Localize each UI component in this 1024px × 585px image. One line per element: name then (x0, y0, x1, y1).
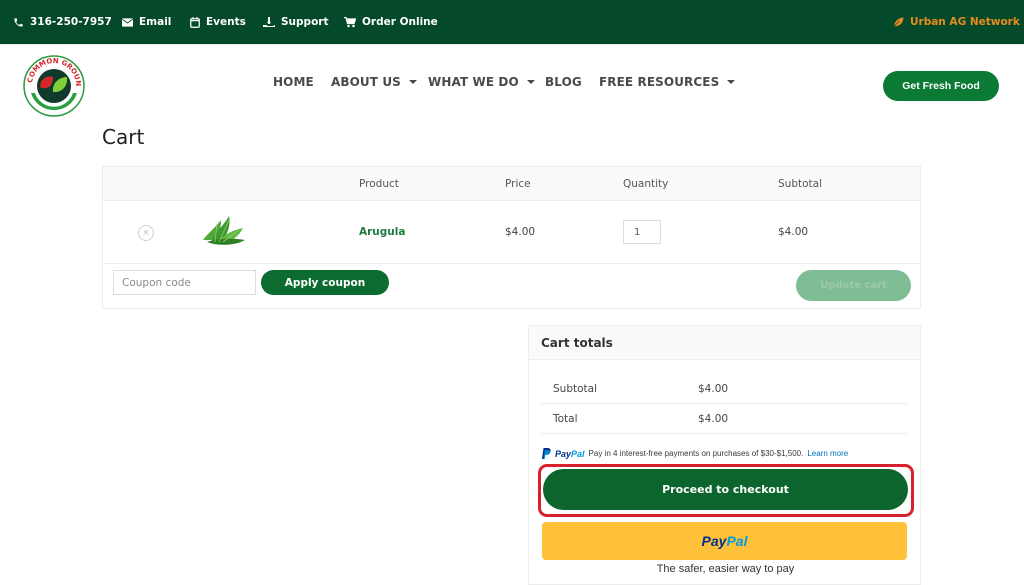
total-label: Total (553, 413, 578, 425)
calendar-icon (190, 16, 200, 28)
page-title: Cart (102, 125, 145, 149)
column-header-price: Price (505, 178, 531, 190)
nav-about-us[interactable]: ABOUT US (331, 75, 417, 89)
paypal-logo-pay: Pay (701, 533, 727, 549)
urban-ag-network-link[interactable]: Urban AG Network (893, 0, 1020, 44)
column-header-quantity: Quantity (623, 178, 669, 190)
order-online-link[interactable]: Order Online (344, 0, 438, 44)
nav-free-resources-label: FREE RESOURCES (599, 75, 720, 89)
subtotal-label: Subtotal (553, 383, 597, 395)
caret-down-icon (727, 80, 736, 84)
update-cart-button[interactable]: Update cart (796, 270, 911, 301)
nav-blog[interactable]: BLOG (545, 75, 582, 89)
totals-row-subtotal: Subtotal $4.00 (541, 374, 907, 404)
nav-what-we-do[interactable]: WHAT WE DO (428, 75, 535, 89)
cart-totals-header: Cart totals (529, 326, 920, 360)
subtotal-value: $4.00 (698, 383, 729, 395)
paypal-logo-pal: Pal (726, 533, 748, 549)
email-label: Email (139, 16, 172, 28)
nav-home[interactable]: HOME (273, 75, 314, 89)
cart-table: Product Price Quantity Subtotal × Arugul… (102, 166, 921, 309)
events-label: Events (206, 16, 246, 28)
envelope-icon (122, 17, 133, 27)
caret-down-icon (526, 80, 535, 84)
common-ground-logo: COMMON GROUND (23, 55, 85, 117)
product-subtotal: $4.00 (778, 226, 809, 238)
support-link[interactable]: Support (263, 0, 328, 44)
proceed-to-checkout-button[interactable]: Proceed to checkout (543, 469, 908, 510)
nav-blog-label: BLOG (545, 75, 582, 89)
paypal-p-icon (542, 448, 551, 459)
column-header-product: Product (359, 178, 399, 190)
column-header-subtotal: Subtotal (778, 178, 822, 190)
email-link[interactable]: Email (122, 0, 171, 44)
cart-icon (344, 16, 356, 27)
paypal-message-text: Pay in 4 interest-free payments on purch… (588, 449, 804, 458)
paypal-tagline: The safer, easier way to pay (656, 563, 795, 575)
nav-free-resources[interactable]: FREE RESOURCES (599, 75, 736, 89)
arugula-thumbnail[interactable] (199, 214, 247, 248)
product-name-link[interactable]: Arugula (359, 226, 405, 238)
cart-table-header: Product Price Quantity Subtotal (103, 167, 920, 201)
paypal-learn-more-link[interactable]: Learn more (807, 449, 848, 458)
paypal-wordmark: PayPal (555, 448, 585, 459)
events-link[interactable]: Events (190, 0, 246, 44)
nav-home-label: HOME (273, 75, 314, 89)
product-price: $4.00 (505, 226, 536, 238)
urban-ag-network-label: Urban AG Network (910, 16, 1020, 28)
cart-totals: Cart totals Subtotal $4.00 Total $4.00 P… (528, 325, 921, 585)
caret-down-icon (408, 80, 417, 84)
cart-totals-title: Cart totals (541, 336, 613, 350)
apply-coupon-button[interactable]: Apply coupon (261, 270, 389, 295)
support-label: Support (281, 16, 329, 28)
quantity-input[interactable] (623, 220, 661, 244)
cart-item-row: × Arugula $4.00 $4.00 (103, 201, 920, 264)
phone-icon (14, 17, 23, 27)
coupon-code-input[interactable] (113, 270, 256, 295)
nav-about-us-label: ABOUT US (331, 75, 401, 89)
order-online-label: Order Online (362, 16, 438, 28)
get-fresh-food-button[interactable]: Get Fresh Food (883, 71, 999, 101)
top-bar: 316-250-7957 Email Events Support Order … (0, 0, 1024, 44)
phone-link[interactable]: 316-250-7957 (13, 0, 112, 44)
site-header: COMMON GROUND HOME ABOUT US WHAT WE DO B… (0, 44, 1024, 124)
leaf-icon (893, 17, 904, 27)
totals-row-total: Total $4.00 (541, 404, 907, 434)
phone-number: 316-250-7957 (30, 16, 112, 28)
hand-donate-icon (263, 16, 275, 27)
total-value: $4.00 (698, 413, 729, 425)
nav-what-we-do-label: WHAT WE DO (428, 75, 519, 89)
paypal-pay-later-message: PayPal Pay in 4 interest-free payments o… (542, 448, 848, 459)
paypal-checkout-button[interactable]: PayPal (542, 522, 907, 560)
remove-item-button[interactable]: × (138, 225, 154, 241)
